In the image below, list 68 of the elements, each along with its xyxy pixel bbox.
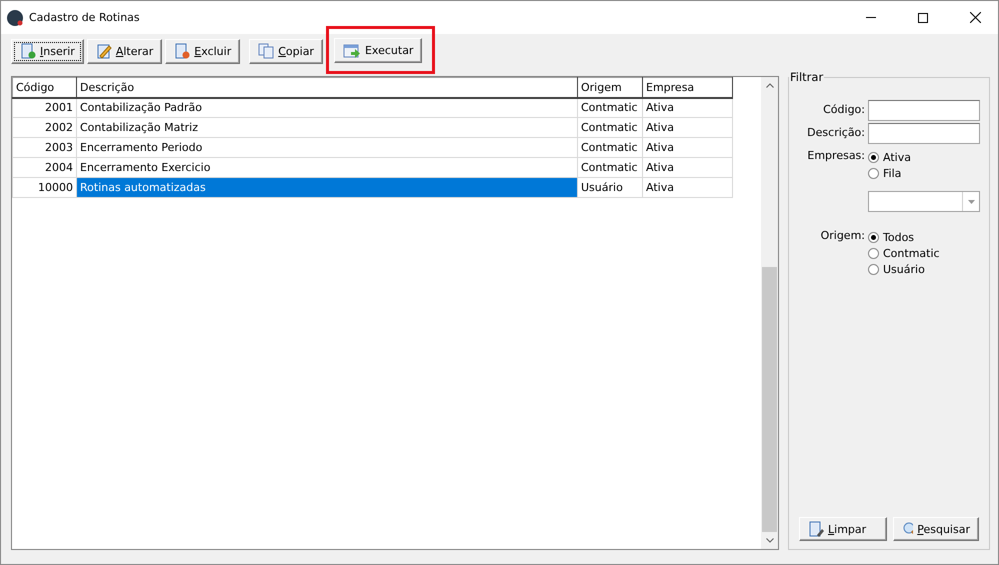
insert-button[interactable]: Inserir <box>11 38 84 64</box>
field-label: Empresas: <box>806 148 865 164</box>
app-logo-icon <box>7 10 23 26</box>
close-icon <box>970 12 980 23</box>
radio-button[interactable] <box>868 264 879 274</box>
radio-button[interactable] <box>868 248 879 258</box>
radio-option[interactable]: Usuário <box>868 261 940 277</box>
column-header[interactable]: Descrição <box>76 78 578 98</box>
table-cell: Ativa <box>642 158 732 178</box>
edit-button[interactable]: Alterar <box>86 38 162 64</box>
table-cell: Contmatic <box>578 138 642 158</box>
minimize-icon <box>866 17 876 18</box>
radio-option[interactable]: Todos <box>868 229 940 245</box>
copy-icon <box>258 43 274 59</box>
table-cell: 2002 <box>12 118 76 138</box>
scroll-up-icon[interactable] <box>766 83 774 88</box>
table-cell: Ativa <box>642 138 732 158</box>
column-header[interactable]: Empresa <box>642 78 732 98</box>
copy-button[interactable]: Copiar <box>249 38 323 64</box>
scroll-down-icon[interactable] <box>766 538 774 543</box>
scrollbar[interactable] <box>761 77 778 549</box>
radio-option[interactable]: Ativa <box>868 149 911 165</box>
clear-button[interactable]: Limpar <box>799 517 887 541</box>
column-header[interactable]: Origem <box>578 78 642 98</box>
radio-button[interactable] <box>868 232 879 242</box>
table-row[interactable]: 10000 Rotinas automatizadas Usuário Ativa <box>12 178 732 198</box>
execute-button[interactable]: Executar <box>334 38 422 63</box>
delete-document-icon <box>174 43 190 59</box>
radio-button[interactable] <box>868 152 879 162</box>
scrollbar-thumb[interactable] <box>762 267 777 532</box>
maximize-icon <box>918 12 928 22</box>
search-icon <box>902 521 914 537</box>
table-cell: Encerramento Exercicio <box>76 158 578 178</box>
search-button[interactable]: Pesquisar <box>893 517 979 541</box>
input-field[interactable] <box>868 123 980 144</box>
radio-option[interactable]: Contmatic <box>868 245 940 261</box>
table-cell: Contmatic <box>578 118 642 138</box>
table-cell: Rotinas automatizadas <box>76 178 578 198</box>
pencil-icon <box>96 43 112 59</box>
delete-button[interactable]: Excluir <box>165 38 240 64</box>
table-cell: Contmatic <box>578 158 642 178</box>
window-title: Cadastro de Rotinas <box>29 11 141 24</box>
table-row[interactable]: 2003 Encerramento Periodo Contmatic Ativa <box>12 138 732 158</box>
table-cell: 10000 <box>12 178 76 198</box>
document-eraser-icon <box>808 521 824 537</box>
table-cell: Encerramento Periodo <box>76 138 578 158</box>
table-cell: 2001 <box>12 98 76 118</box>
table-row[interactable]: 2002 Contabilização Matriz Contmatic Ativa <box>12 118 732 138</box>
table-cell: Usuário <box>578 178 642 198</box>
field-label: Origem: <box>820 228 865 244</box>
table-cell: Contabilização Matriz <box>76 118 578 138</box>
radio-button[interactable] <box>868 168 879 178</box>
table-cell: Ativa <box>642 118 732 138</box>
table-row[interactable]: 2004 Encerramento Exercicio Contmatic Ativa <box>12 158 732 178</box>
table-cell: Contabilização Padrão <box>76 98 578 118</box>
table-cell: Ativa <box>642 178 732 198</box>
table-cell: 2004 <box>12 158 76 178</box>
dropdown[interactable] <box>868 191 980 212</box>
input-field[interactable] <box>868 100 980 121</box>
column-header[interactable]: Código <box>12 78 76 98</box>
dropdown-arrow-icon <box>968 200 974 204</box>
table-row[interactable]: 2001 Contabilização Padrão Contmatic Ativa <box>12 98 732 118</box>
group-title: Filtrar <box>789 70 824 84</box>
radio-option[interactable]: Fila <box>868 165 911 181</box>
field-label: Código: <box>822 102 865 118</box>
new-document-icon <box>20 43 36 59</box>
table-cell: 2003 <box>12 138 76 158</box>
field-label: Descrição: <box>806 125 865 141</box>
